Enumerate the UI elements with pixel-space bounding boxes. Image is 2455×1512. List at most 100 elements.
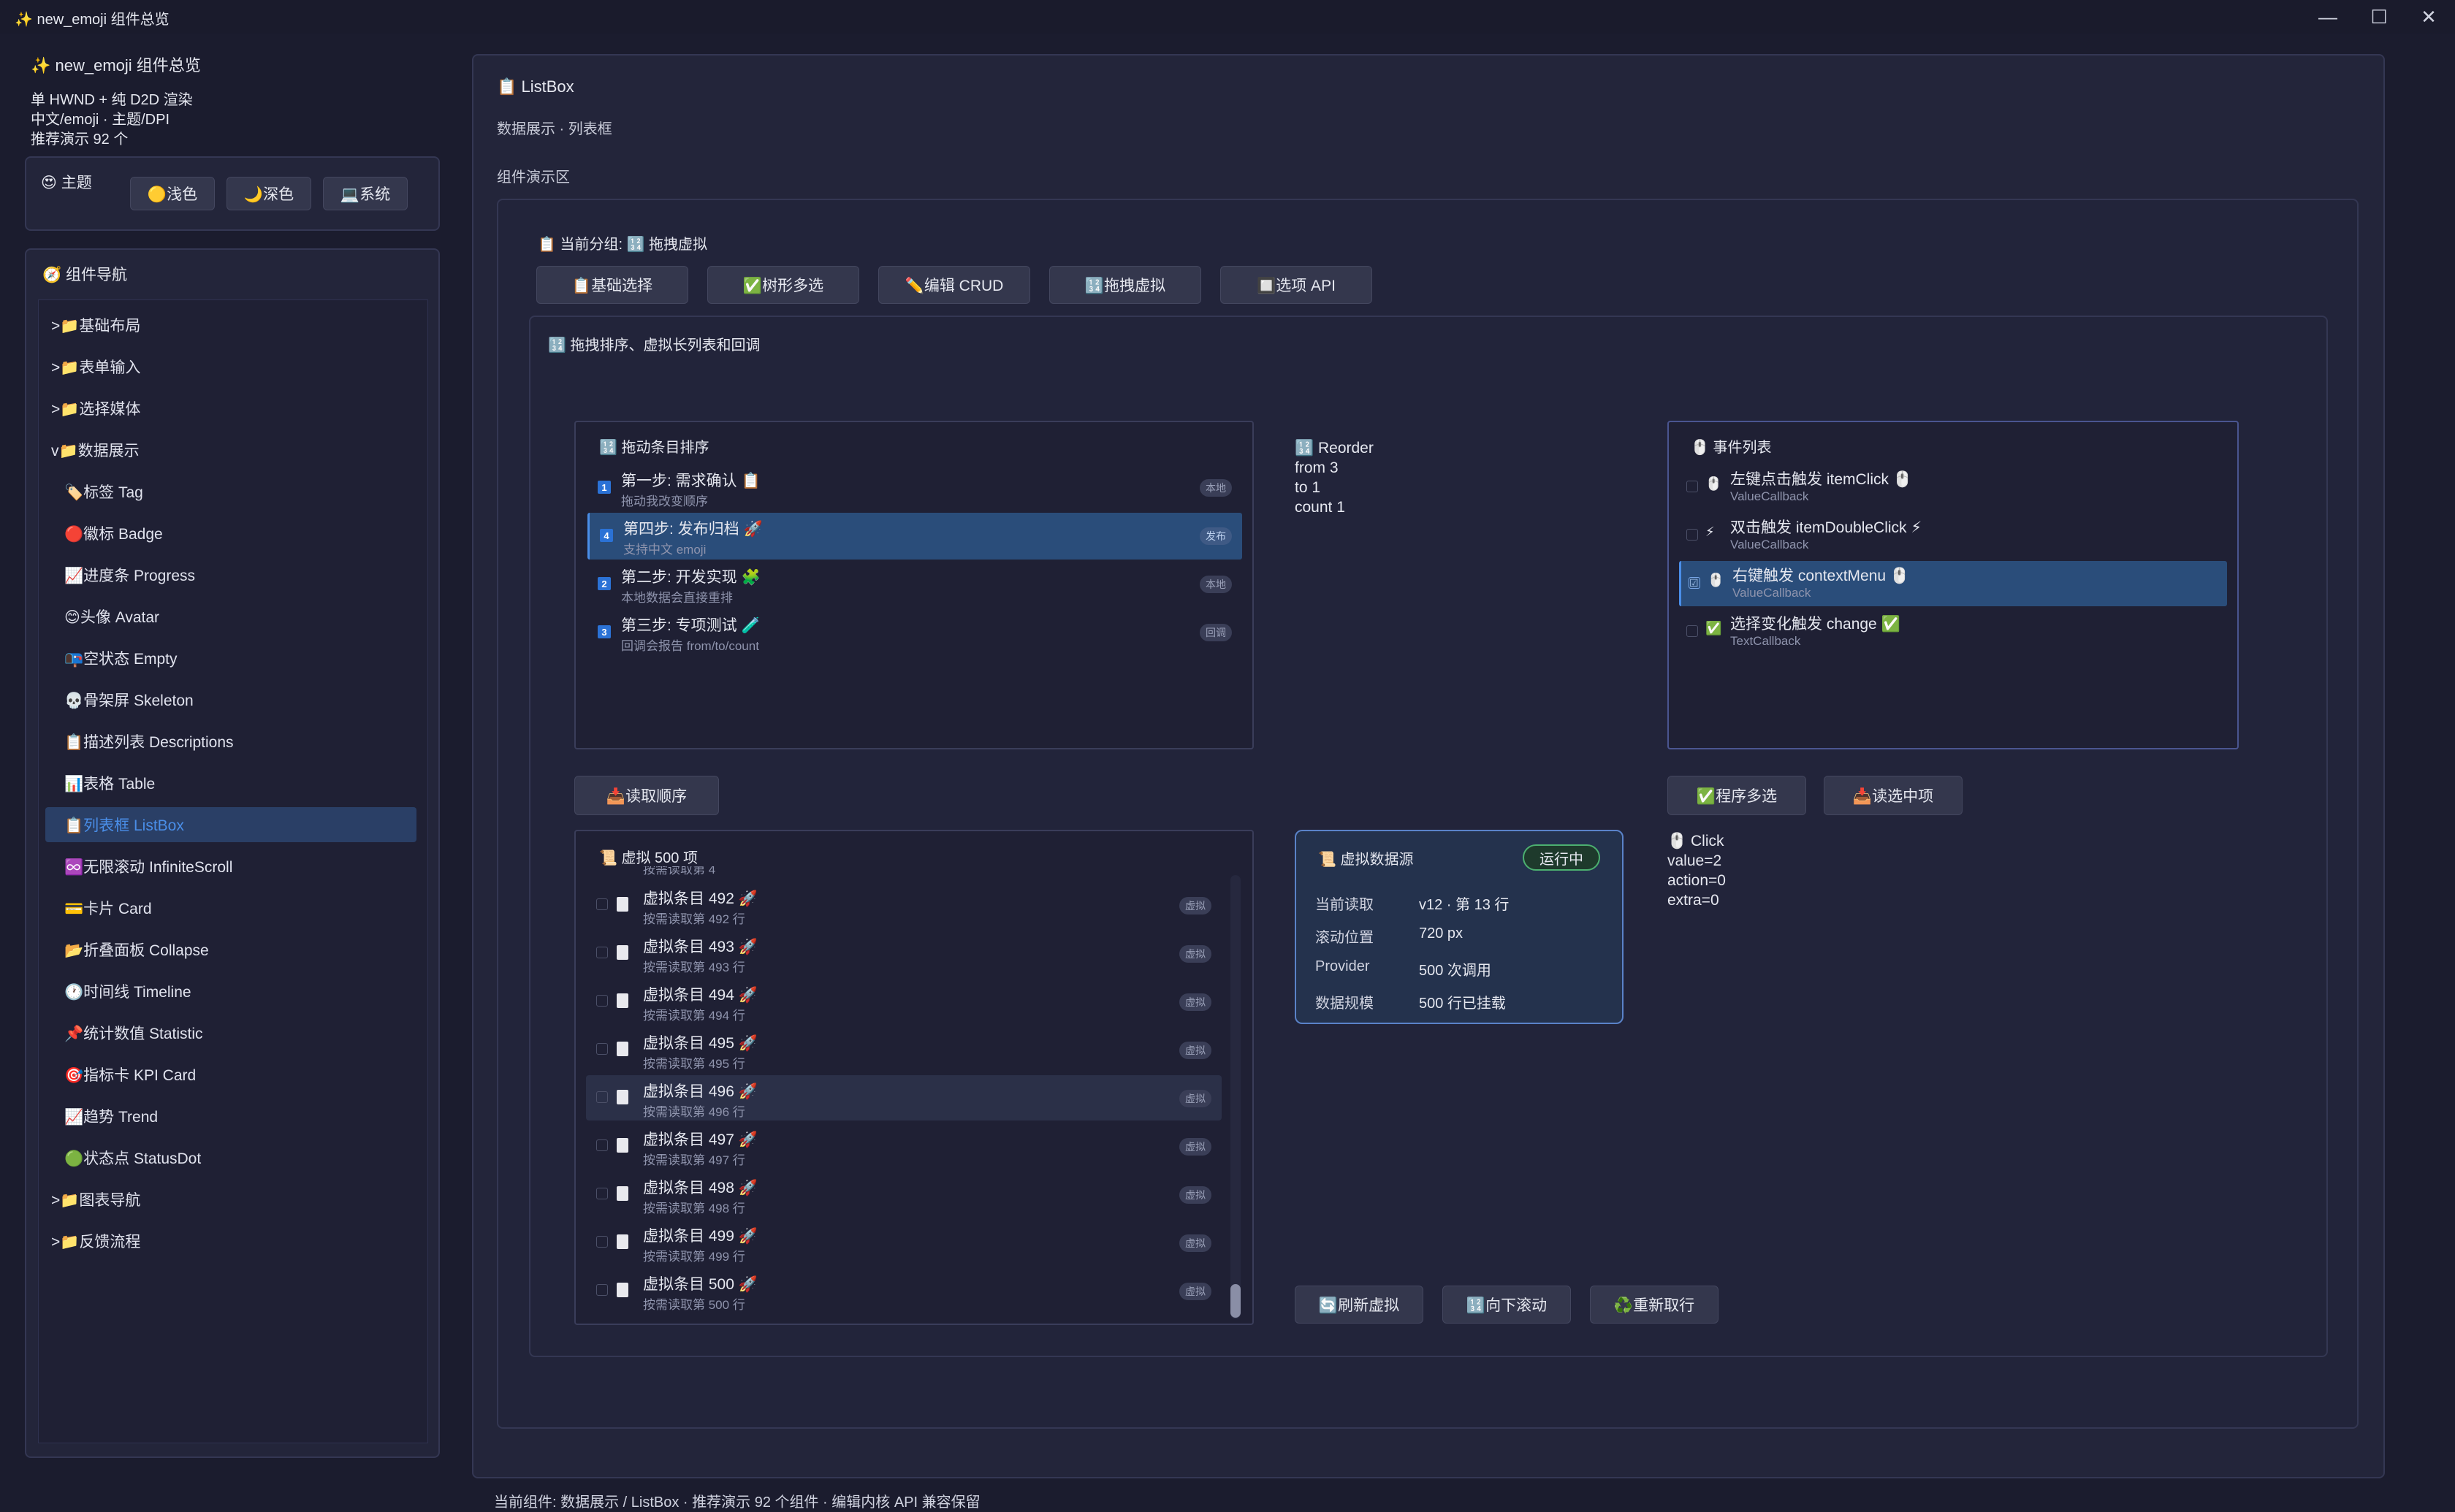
- datasource-card: 📜 虚拟数据源 运行中 当前读取 v12 · 第 13 行滚动位置 720 px Pr…: [1295, 830, 1624, 1024]
- minimize-button[interactable]: —: [2306, 3, 2350, 31]
- virtual-scrollbar-thumb[interactable]: [1230, 1284, 1241, 1318]
- event-row-selected[interactable]: ☑ 🖱️ 右键触发 contextMenu 🖱️ ValueCallback: [1679, 561, 2227, 606]
- row-checkbox[interactable]: [596, 995, 608, 1007]
- row-checkbox[interactable]: [596, 1139, 608, 1151]
- row-title: 虚拟条目 499 🚀: [643, 1228, 758, 1245]
- nav-item[interactable]: 📈进度条 Progress: [64, 564, 195, 586]
- nav-item[interactable]: 🟢状态点 StatusDot: [64, 1147, 201, 1169]
- row-checkbox[interactable]: [1686, 481, 1698, 492]
- row-checkbox[interactable]: [596, 1043, 608, 1055]
- virtual-row[interactable]: 虚拟条目 498 🚀 按需读取第 498 行 虚拟: [586, 1172, 1222, 1217]
- event-row[interactable]: ✅ 选择变化触发 change ✅ TextCallback: [1679, 609, 2227, 654]
- virtual-row[interactable]: 虚拟条目 497 🚀 按需读取第 497 行 虚拟: [586, 1123, 1222, 1169]
- row-title: 双击触发 itemDoubleClick ⚡: [1730, 519, 1922, 536]
- tab-options-api[interactable]: 🔲选项 API: [1220, 266, 1372, 304]
- nav-item[interactable]: >📁反馈流程: [51, 1230, 140, 1252]
- nav-item[interactable]: v📁数据展示: [51, 439, 140, 461]
- nav-item[interactable]: 📋描述列表 Descriptions: [64, 730, 234, 752]
- order-number-badge: 2: [598, 577, 611, 590]
- row-tag: 虚拟: [1179, 1186, 1211, 1204]
- drag-row[interactable]: 2 第二步: 开发实现 🧩 本地数据会直接重排 本地: [587, 561, 1242, 608]
- title-bar: ✨ new_emoji 组件总览 — ☐ ✕: [0, 0, 2455, 34]
- nav-item[interactable]: 😊头像 Avatar: [64, 606, 159, 627]
- scroll-down-button[interactable]: 🔢向下滚动: [1442, 1286, 1571, 1324]
- event-listbox[interactable]: 🖱️ 事件列表 🖱️ 左键点击触发 itemClick 🖱️ ValueCallba…: [1667, 421, 2239, 749]
- drag-row[interactable]: 3 第三步: 专项测试 🧪 回调会报告 from/to/count 回调: [587, 609, 1242, 656]
- tab-edit-crud[interactable]: ✏️编辑 CRUD: [878, 266, 1030, 304]
- row-subtitle: ValueCallback: [1732, 586, 1811, 600]
- virtual-row[interactable]: 虚拟条目 494 🚀 按需读取第 494 行 虚拟: [586, 979, 1222, 1024]
- virtual-row[interactable]: 虚拟条目 500 🚀 按需读取第 500 行 虚拟: [586, 1268, 1222, 1313]
- document-icon: [617, 945, 628, 960]
- info-line: 单 HWND + 纯 D2D 渲染: [31, 92, 193, 108]
- nav-item[interactable]: 💀骨架屏 Skeleton: [64, 689, 194, 711]
- nav-item[interactable]: >📁图表导航: [51, 1188, 140, 1210]
- datasource-key: 当前读取: [1315, 897, 1374, 913]
- nav-item[interactable]: 📈趋势 Trend: [64, 1105, 158, 1127]
- virtual-list-title: 📜 虚拟 500 项: [599, 850, 698, 866]
- reorder-line: to 1: [1295, 479, 1321, 496]
- virtual-row[interactable]: 虚拟条目 492 🚀 按需读取第 492 行 虚拟: [586, 882, 1222, 928]
- nav-item[interactable]: 🕐时间线 Timeline: [64, 980, 191, 1002]
- theme-dark-button[interactable]: 🌙深色: [227, 177, 311, 210]
- nav-item[interactable]: 📋列表框 ListBox: [64, 814, 184, 836]
- nav-item[interactable]: >📁选择媒体: [51, 397, 140, 419]
- nav-item[interactable]: 🔴徽标 Badge: [64, 522, 163, 544]
- row-checkbox[interactable]: [596, 898, 608, 910]
- drag-row-selected[interactable]: 4 第四步: 发布归档 🚀 支持中文 emoji 发布: [587, 513, 1242, 560]
- window-title: ✨ new_emoji 组件总览: [15, 12, 170, 28]
- drag-listbox[interactable]: 🔢 拖动条目排序 1 第一步: 需求确认 📋 拖动我改变顺序 本地 4 第四步: 发布归档…: [574, 421, 1254, 749]
- event-row[interactable]: 🖱️ 左键点击触发 itemClick 🖱️ ValueCallback: [1679, 465, 2227, 510]
- read-order-button[interactable]: 📥读取顺序: [574, 776, 719, 815]
- maximize-button[interactable]: ☐: [2357, 3, 2401, 31]
- nav-item[interactable]: 📊表格 Table: [64, 772, 155, 794]
- nav-item[interactable]: 📭空状态 Empty: [64, 647, 178, 669]
- row-subtitle: ValueCallback: [1730, 489, 1809, 503]
- nav-item[interactable]: >📁基础布局: [51, 314, 140, 336]
- close-button[interactable]: ✕: [2407, 3, 2451, 31]
- datasource-title: 📜 虚拟数据源: [1318, 852, 1414, 868]
- refetch-rows-button[interactable]: ♻️重新取行: [1590, 1286, 1718, 1324]
- virtual-listbox[interactable]: 📜 虚拟 500 项 按需读取第 491 行 虚拟条目 492 🚀 按需读取第 4…: [574, 830, 1254, 1325]
- nav-item[interactable]: 🎯指标卡 KPI Card: [64, 1064, 196, 1085]
- app-info: 单 HWND + 纯 D2D 渲染 中文/emoji · 主题/DPI 推荐演示…: [31, 91, 193, 150]
- row-checkbox[interactable]: [596, 947, 608, 958]
- row-title: 第三步: 专项测试 🧪: [621, 617, 761, 634]
- order-number-badge: 1: [598, 481, 611, 494]
- row-checkbox[interactable]: [1686, 529, 1698, 541]
- row-title: 左键点击触发 itemClick 🖱️: [1730, 471, 1912, 488]
- theme-light-button[interactable]: 🟡浅色: [130, 177, 215, 210]
- reorder-info: 🔢 Reorder from 3 to 1 count 1: [1295, 438, 1374, 517]
- row-checkbox[interactable]: [596, 1284, 608, 1296]
- nav-item[interactable]: 💳卡片 Card: [64, 897, 152, 919]
- drag-row[interactable]: 1 第一步: 需求确认 📋 拖动我改变顺序 本地: [587, 465, 1242, 511]
- program-multi-select-button[interactable]: ✅程序多选: [1667, 776, 1806, 815]
- tab-drag-virtual[interactable]: 🔢拖拽虚拟: [1049, 266, 1201, 304]
- nav-item[interactable]: ♾️无限滚动 InfiniteScroll: [64, 855, 232, 877]
- refresh-virtual-button[interactable]: 🔄刷新虚拟: [1295, 1286, 1423, 1324]
- nav-item[interactable]: 📌统计数值 Statistic: [64, 1022, 203, 1044]
- virtual-row[interactable]: 虚拟条目 493 🚀 按需读取第 493 行 虚拟: [586, 931, 1222, 976]
- theme-panel: 😍 主题 🟡浅色 🌙深色 💻系统: [25, 156, 440, 231]
- tab-basic-select[interactable]: 📋基础选择: [536, 266, 688, 304]
- virtual-scrollbar-track[interactable]: [1230, 875, 1241, 1319]
- event-row[interactable]: ⚡ 双击触发 itemDoubleClick ⚡ ValueCallback: [1679, 513, 2227, 558]
- virtual-row[interactable]: 虚拟条目 499 🚀 按需读取第 499 行 虚拟: [586, 1220, 1222, 1265]
- row-checkbox[interactable]: [1686, 625, 1698, 637]
- row-checkbox[interactable]: [596, 1236, 608, 1248]
- virtual-row[interactable]: 虚拟条目 496 🚀 按需读取第 496 行 虚拟: [586, 1075, 1222, 1120]
- group-label: 📋 当前分组: 🔢 拖拽虚拟: [538, 237, 708, 253]
- row-checkbox[interactable]: [596, 1188, 608, 1199]
- row-checkbox[interactable]: [596, 1091, 608, 1103]
- nav-item[interactable]: >📁表单输入: [51, 356, 140, 378]
- theme-system-button[interactable]: 💻系统: [323, 177, 408, 210]
- row-title: 虚拟条目 493 🚀: [643, 939, 758, 955]
- row-checkbox[interactable]: ☑: [1689, 577, 1700, 589]
- read-selected-button[interactable]: 📥读选中项: [1824, 776, 1963, 815]
- nav-item[interactable]: 🏷️标签 Tag: [64, 481, 143, 503]
- datasource-value: v12 · 第 13 行: [1419, 897, 1510, 913]
- virtual-row[interactable]: 虚拟条目 495 🚀 按需读取第 495 行 虚拟: [586, 1027, 1222, 1072]
- row-title: 虚拟条目 496 🚀: [643, 1083, 758, 1100]
- tab-tree-multi[interactable]: ✅树形多选: [707, 266, 859, 304]
- nav-item[interactable]: 📂折叠面板 Collapse: [64, 939, 209, 961]
